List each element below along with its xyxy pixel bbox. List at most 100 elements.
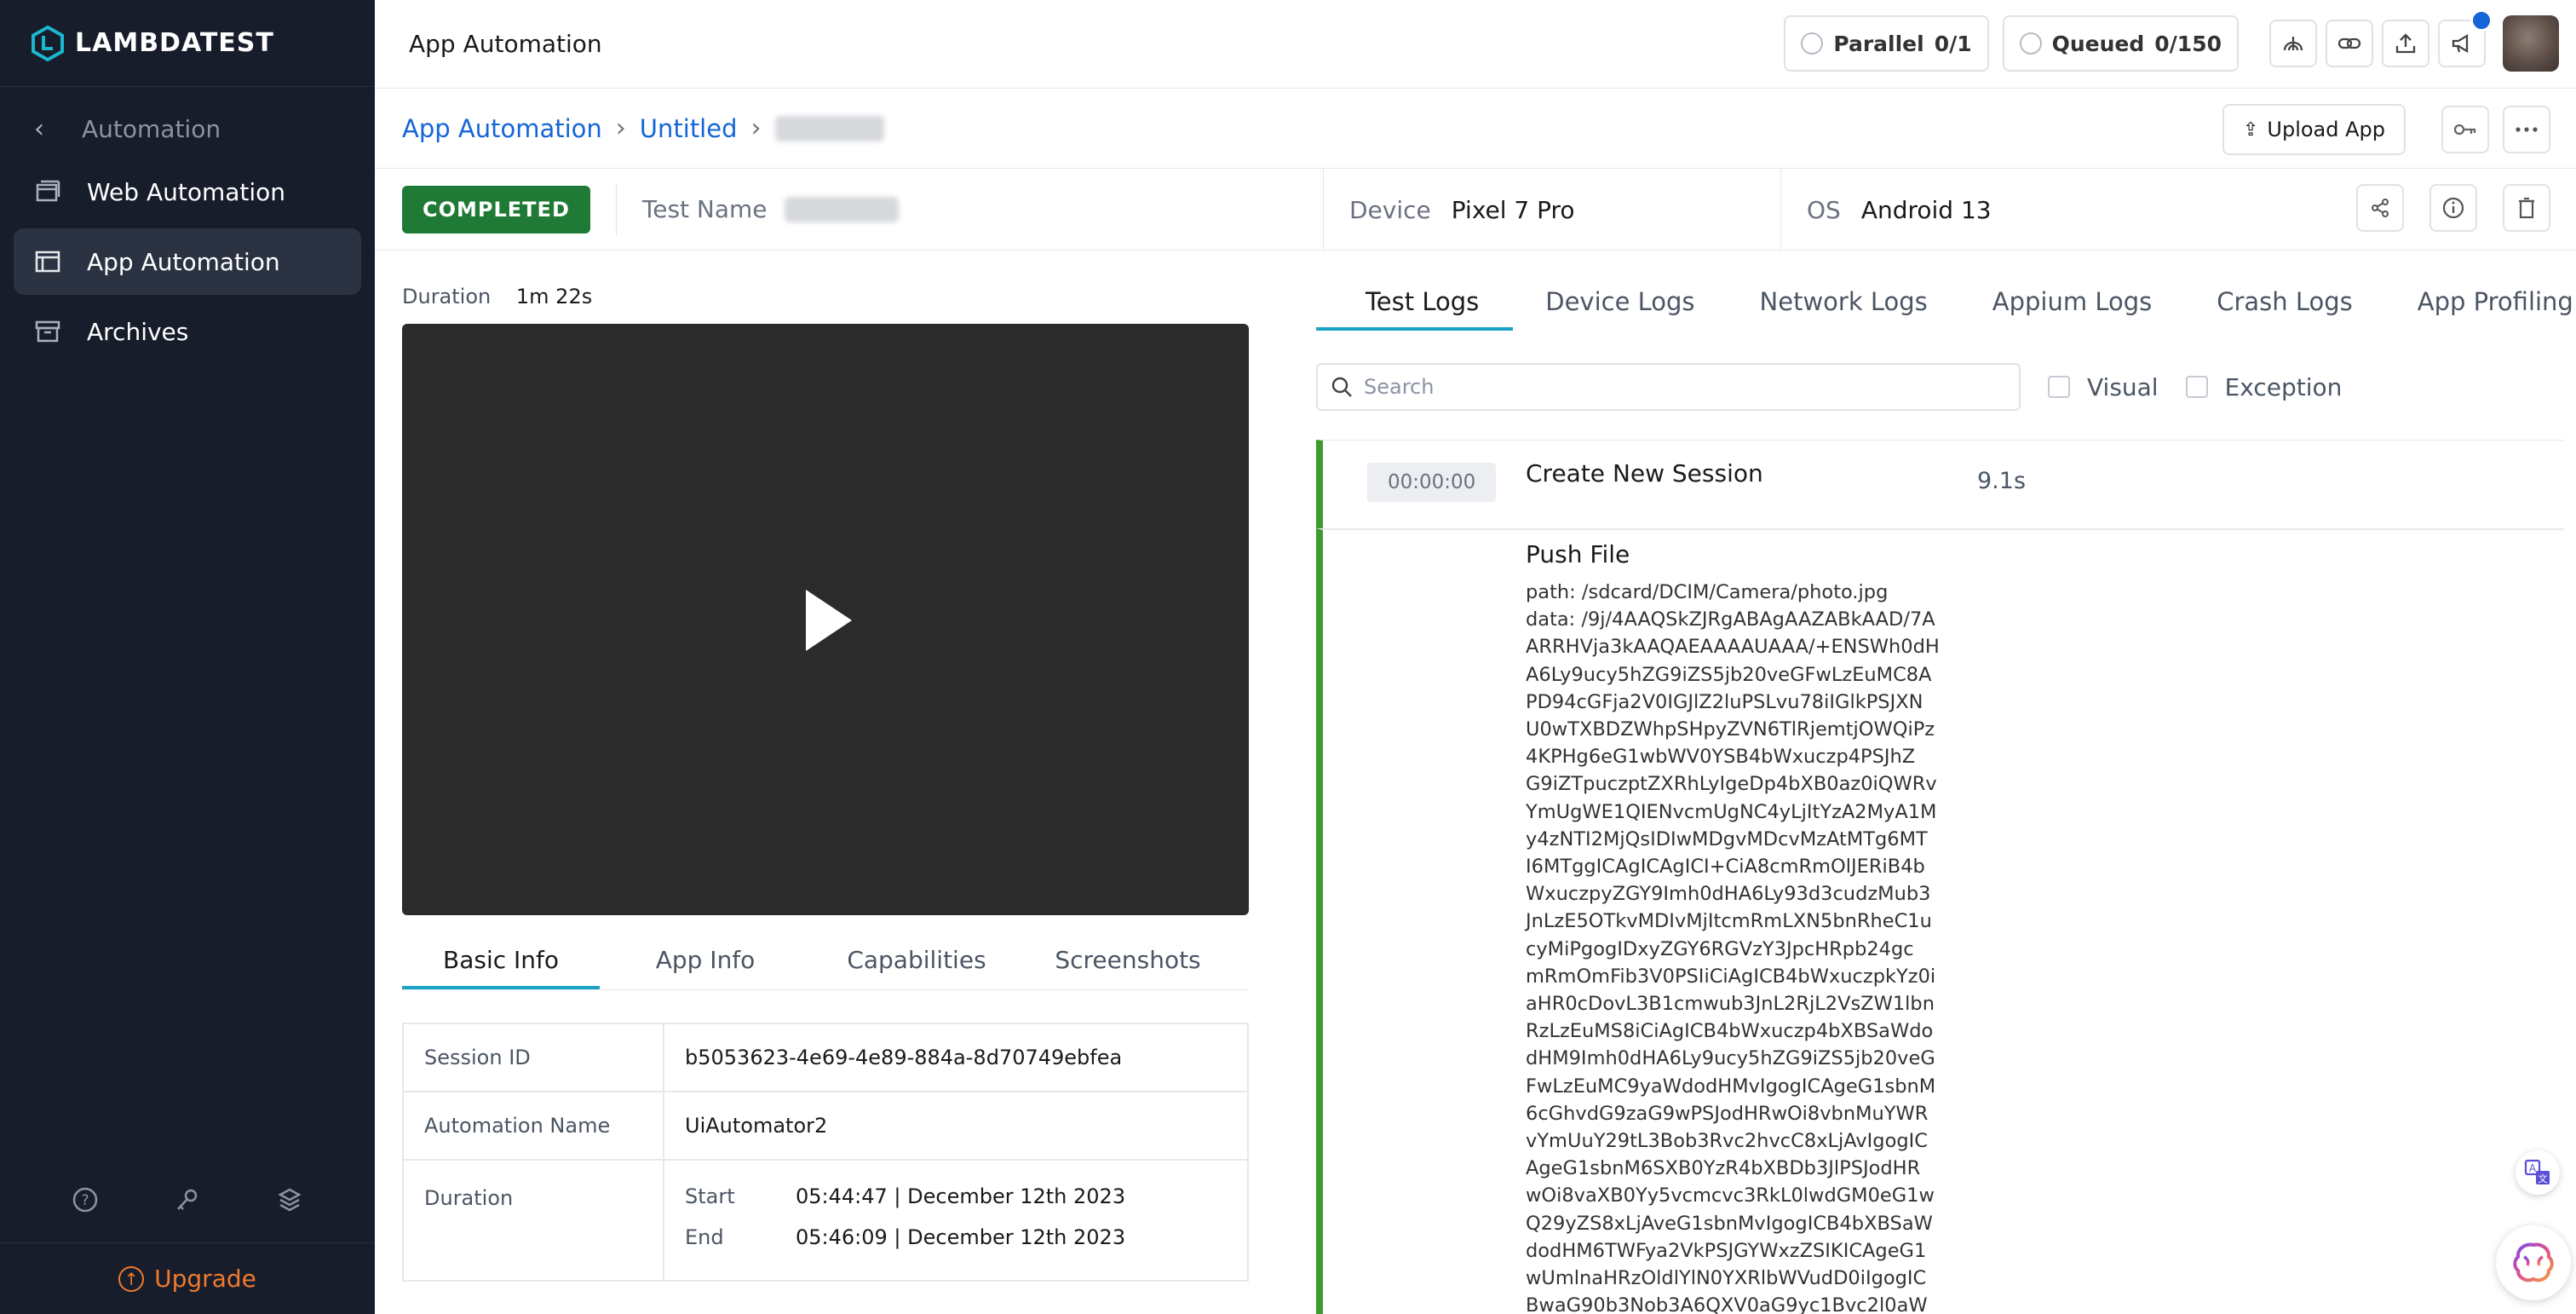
os-field: OS Android 13 [1780,169,1992,251]
duration-value: 1m 22s [515,285,593,308]
breadcrumb: App Automation › Untitled › [402,113,884,143]
app-automation-icon [34,250,61,274]
more-horizontal-icon [2516,127,2538,132]
status-actions [2331,184,2550,232]
test-name-redacted [784,196,899,222]
tunnel-icon[interactable] [2269,20,2317,67]
sidebar-item-label: Archives [87,317,189,346]
web-automation-icon [34,180,61,204]
info-button[interactable] [2429,184,2477,232]
end-value: 05:46:09 | December 12th 2023 [796,1225,1126,1249]
queued-count: 0/150 [2154,31,2222,56]
log-detail-line: I6MTggICAgICAgICI+CiA8cmRmOlJERiB4b [1526,856,1925,879]
sidebar-item-app-automation[interactable]: App Automation [14,228,361,295]
sidebar-item-web-automation[interactable]: Web Automation [14,158,361,225]
svg-text:文: 文 [2539,1173,2548,1184]
log-detail-line: U0wTXBDZWhpSHpyZVN6TlRjemtjOWQiPz [1526,718,1935,741]
chevron-right-icon: › [615,113,626,143]
tab-crash-logs[interactable]: Crash Logs [2184,278,2385,331]
lambdatest-logo-icon [32,25,64,61]
layers-icon[interactable] [274,1184,305,1215]
svg-text:A: A [2529,1162,2537,1174]
log-detail: path: /sdcard/DCIM/Camera/photo.jpg data… [1526,579,2054,1314]
avatar[interactable] [2503,15,2559,72]
top-bar: App Automation Parallel 0/1 Queued 0/150 [375,0,2576,89]
info-tabs: Basic Info App Info Capabilities Screens… [402,936,1249,990]
upgrade-button[interactable]: ↑ Upgrade [0,1242,375,1314]
key-icon [2453,124,2476,135]
upload-app-button[interactable]: ⇪ Upload App [2222,104,2406,155]
test-name-label: Test Name [641,195,768,223]
delete-button[interactable] [2503,184,2550,232]
tab-appium-logs[interactable]: Appium Logs [1960,278,2184,331]
search-input[interactable] [1364,375,1960,399]
search-field [1316,363,2021,411]
page-title: App Automation [409,30,602,58]
duration-summary: Duration 1m 22s [402,285,1249,308]
link-icon[interactable] [2326,20,2373,67]
log-detail-line: G9iZTpuczptZXRhLyIgeDp4bXB0az0iQWRv [1526,773,1937,796]
info-icon [2442,197,2464,219]
video-player[interactable] [402,324,1249,915]
key-icon[interactable] [172,1184,203,1215]
megaphone-icon[interactable] [2438,9,2493,67]
more-options-button[interactable] [2503,106,2550,153]
log-detail-line: WxuczpyZGY9Imh0dHA6Ly93d3cudzMub3 [1526,883,1931,906]
log-detail-line: vYmUuY29tL3Bob3Rvc2hvcC8xLjAvIgogIC [1526,1130,1928,1153]
log-item[interactable]: Push File path: /sdcard/DCIM/Camera/phot… [1316,528,2564,1314]
divider [615,183,617,235]
tab-basic-info[interactable]: Basic Info [402,936,600,989]
tab-capabilities[interactable]: Capabilities [811,936,1022,989]
upload-icon[interactable] [2382,20,2429,67]
tab-app-profiling[interactable]: App Profiling [2385,278,2576,331]
log-detail-line: ARRHVja3kAAQAEAAAAUAAA/+ENSWh0dH [1526,636,1940,659]
sidebar-back-automation[interactable]: ‹ Automation [0,99,375,158]
breadcrumb-app-automation[interactable]: App Automation [402,114,602,143]
access-key-button[interactable] [2441,106,2489,153]
tab-device-logs[interactable]: Device Logs [1513,278,1727,331]
svg-text:?: ? [81,1192,89,1209]
start-label: Start [685,1184,735,1208]
brand[interactable]: LAMBDATEST [0,0,375,87]
translate-button[interactable]: A文 [2516,1150,2560,1195]
sidebar-back-label: Automation [82,114,221,143]
breadcrumb-bar: App Automation › Untitled › ⇪ Upload App [375,89,2576,169]
ai-assistant-button[interactable] [2496,1225,2571,1300]
brain-icon [2513,1242,2554,1282]
visual-checkbox[interactable] [2048,376,2070,398]
chevron-right-icon: › [750,113,762,143]
play-icon[interactable] [806,590,852,651]
duration-row-label: Duration [404,1161,664,1280]
log-item[interactable]: 00:00:00 Create New Session 9.1s [1316,440,2564,528]
log-detail-path: path: /sdcard/DCIM/Camera/photo.jpg [1526,581,1889,603]
device-label: Device [1349,195,1431,224]
search-icon [1331,377,1352,397]
help-icon[interactable]: ? [70,1184,101,1215]
exception-label: Exception [2224,372,2343,401]
breadcrumb-untitled[interactable]: Untitled [640,114,738,143]
exception-filter[interactable]: Exception [2185,372,2343,401]
tab-app-info[interactable]: App Info [600,936,811,989]
session-id-label: Session ID [404,1024,664,1091]
log-detail-line: AgeG1sbnM6SXB0YzR4bXBDb3JlPSJodHR [1526,1157,1921,1180]
tab-network-logs[interactable]: Network Logs [1728,278,1960,331]
exception-checkbox[interactable] [2185,376,2208,398]
sidebar-tools: ? [0,1157,375,1242]
automation-name-value: UiAutomator2 [685,1114,828,1138]
log-detail-line: wOi8vaXB0Yy5vcmcvc3RkL0lwdGM0eG1w [1526,1184,1935,1207]
sidebar: LAMBDATEST ‹ Automation Web Automation A… [0,0,375,1314]
log-timestamp: 00:00:00 [1367,463,1497,502]
log-detail-line: A6Ly9ucy5hZG9iZS5jb20veGFwLzEuMC8A [1526,663,1932,686]
sidebar-nav: ‹ Automation Web Automation App Automati… [0,87,375,365]
log-detail-line: 6cGhvdG9zaG9wPSJodHRwOi8vbnMuYWR [1526,1102,1929,1125]
sidebar-item-archives[interactable]: Archives [14,298,361,365]
parallel-indicator[interactable]: Parallel 0/1 [1784,15,1989,72]
log-timestamp-cell: 00:00:00 [1323,441,1526,528]
tab-test-logs[interactable]: Test Logs [1316,278,1514,331]
visual-filter[interactable]: Visual [2048,373,2159,401]
breadcrumb-redacted [774,115,884,141]
tab-screenshots[interactable]: Screenshots [1022,936,1233,989]
share-button[interactable] [2356,184,2404,232]
status-badge: COMPLETED [402,185,590,233]
queued-indicator[interactable]: Queued 0/150 [2002,15,2239,72]
